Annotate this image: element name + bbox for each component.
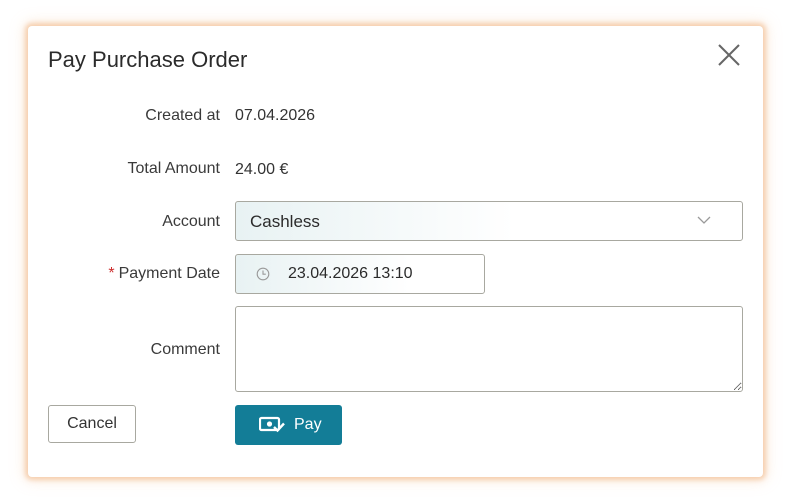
payment-date-label: * Payment Date (108, 265, 220, 283)
money-check-icon (259, 416, 285, 433)
total-amount-label: Total Amount (127, 160, 221, 177)
created-at-value: 07.04.2026 (235, 107, 316, 124)
comment-textarea[interactable] (235, 306, 743, 392)
payment-date-value: 23.04.2026 13:10 (288, 265, 413, 282)
pay-button-label: Pay (294, 416, 322, 433)
payment-date-field[interactable]: 23.04.2026 13:10 (235, 254, 485, 294)
pay-purchase-order-dialog: Pay Purchase Order Created at 07.04.2026… (28, 26, 763, 477)
pay-button[interactable]: Pay (235, 405, 342, 445)
account-select[interactable]: Cashless (235, 201, 743, 241)
payment-date-label-text: Payment Date (118, 265, 220, 282)
close-button[interactable] (716, 42, 742, 68)
dialog-title: Pay Purchase Order (48, 47, 248, 72)
clock-icon (256, 267, 270, 281)
created-at-label: Created at (145, 107, 220, 124)
comment-label: Comment (150, 341, 220, 358)
close-icon (718, 44, 740, 66)
account-label: Account (162, 213, 220, 230)
cancel-button[interactable]: Cancel (48, 405, 136, 443)
account-selected-value: Cashless (250, 212, 320, 231)
required-marker: * (108, 265, 115, 282)
total-amount-value: 24.00 € (235, 161, 289, 178)
chevron-down-icon (697, 216, 711, 224)
